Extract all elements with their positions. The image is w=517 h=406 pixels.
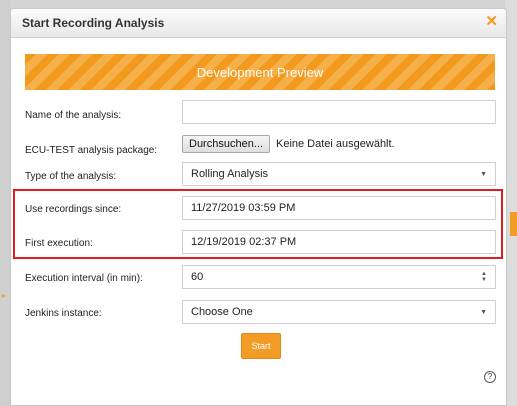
first-execution-label: First execution: [25,238,93,249]
background-accent-tab [510,212,517,236]
start-recording-analysis-dialog: Start Recording Analysis ✕ Development P… [10,8,507,406]
start-button[interactable]: Start [241,333,281,359]
development-preview-banner: Development Preview [25,54,495,90]
analysis-type-value: Rolling Analysis [191,168,269,180]
jenkins-label: Jenkins instance: [25,308,102,319]
package-label: ECU-TEST analysis package: [25,145,158,156]
chevron-down-icon: ▼ [480,170,487,178]
jenkins-instance-select[interactable]: Choose One ▼ [182,300,496,324]
file-status: Keine Datei ausgewählt. [275,138,395,150]
number-spinner-icon[interactable]: ▲ ▼ [481,271,487,283]
close-icon[interactable]: ✕ [485,14,498,29]
since-label: Use recordings since: [25,204,122,215]
name-input[interactable] [182,100,496,124]
interval-input[interactable]: 60 ▲ ▼ [182,265,496,289]
background-left-panel [0,0,10,406]
name-label: Name of the analysis: [25,110,122,121]
type-label: Type of the analysis: [25,171,117,182]
background-arrow-icon: ▸ [2,291,7,300]
recordings-since-input[interactable]: 11/27/2019 03:59 PM [182,196,496,220]
first-execution-input[interactable]: 12/19/2019 02:37 PM [182,230,496,254]
interval-label: Execution interval (in min): [25,273,143,284]
chevron-down-icon: ▼ [480,308,487,316]
help-icon[interactable]: ? [484,371,496,383]
interval-value: 60 [191,271,204,283]
jenkins-instance-value: Choose One [191,306,253,318]
app-background: ▸ Start Recording Analysis ✕ Development… [0,0,517,406]
analysis-type-select[interactable]: Rolling Analysis ▼ [182,162,496,186]
dialog-title: Start Recording Analysis [22,16,165,30]
dialog-titlebar: Start Recording Analysis ✕ [11,9,506,38]
browse-button[interactable]: Durchsuchen... [182,135,270,153]
package-file-picker: Durchsuchen... Keine Datei ausgewählt. [182,135,395,153]
